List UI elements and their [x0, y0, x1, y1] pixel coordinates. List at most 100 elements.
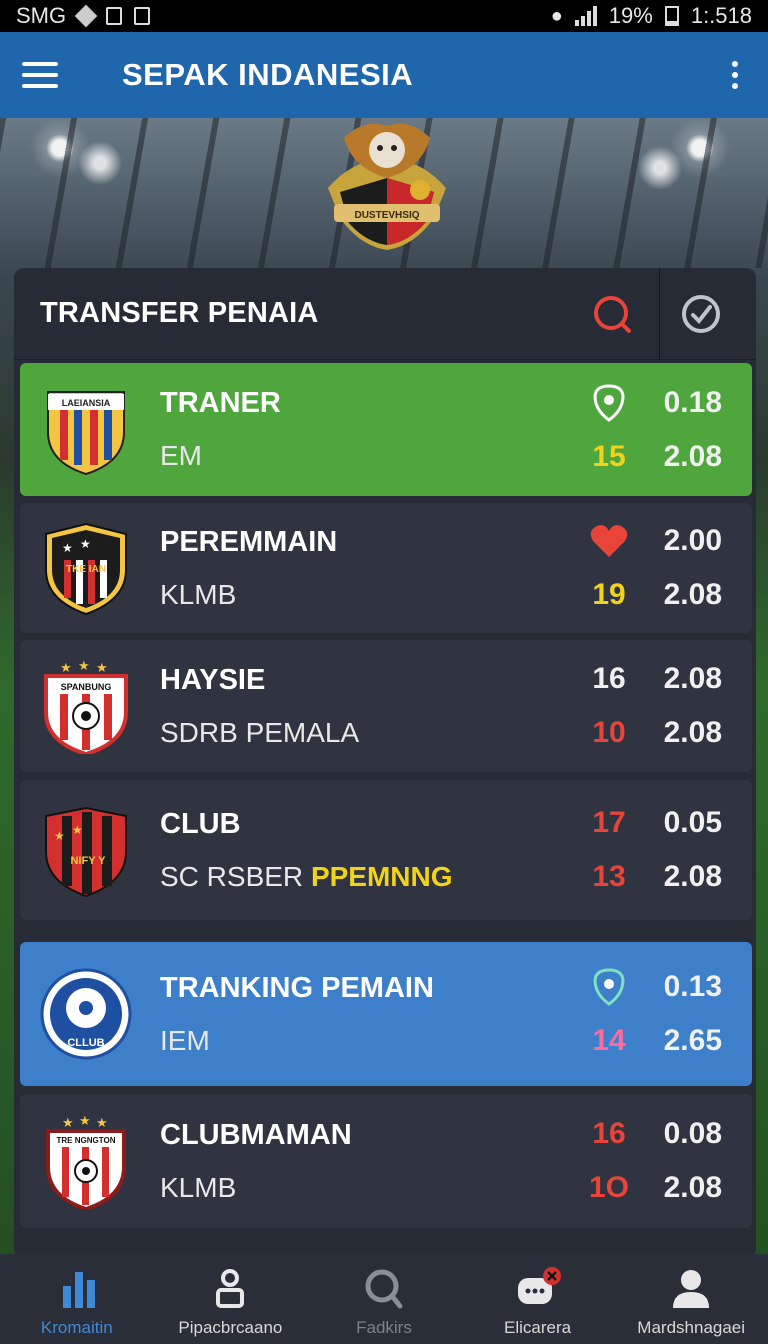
- stat-rank: 14: [592, 1024, 626, 1057]
- list-item[interactable]: ★ ★ ★ TRE NGNGTON CLUBMAMAN KLMB 16 0.08 1O…: [20, 1094, 752, 1228]
- row-name: PEREMMAIN: [160, 525, 338, 558]
- notification-n-icon: [134, 7, 151, 25]
- row-stats: 0.13 14 2.65: [572, 942, 722, 1086]
- svg-text:★: ★: [54, 829, 65, 843]
- list-item[interactable]: ★ ★ ★ SPANBUNG HAYSIE SDRB PEMALA 16 2.08 1…: [20, 640, 752, 772]
- heart-icon: [590, 525, 628, 557]
- svg-text:★: ★: [62, 541, 73, 555]
- list-item[interactable]: LAEIANSIA TRANER EM 0.18 15 2.08: [20, 363, 752, 496]
- club-crest-icon: ★ ★ NIFY Y: [45, 806, 127, 898]
- row-texts: PEREMMAIN KLMB: [160, 503, 572, 633]
- svg-text:★: ★: [78, 658, 90, 673]
- row-sub: EM: [160, 440, 202, 471]
- row-name: HAYSIE: [160, 663, 266, 696]
- stat-value: 0.08: [663, 1117, 722, 1150]
- row-stats: 16 0.08 1O 2.08: [572, 1094, 722, 1228]
- stat-rank: 19: [592, 578, 626, 611]
- profile-icon: [673, 1270, 710, 1308]
- stat-rank: 10: [592, 716, 626, 749]
- clock: 1:.518: [690, 3, 752, 28]
- search-icon: [365, 1269, 403, 1309]
- stat-value: 2.08: [663, 1171, 722, 1204]
- crest-banner-text: DUSTEVHSIQ: [354, 210, 419, 221]
- club-crest-icon: ★ ★ ★ TRE NGNGTON: [46, 1113, 126, 1209]
- carrier-label: SMG: [16, 3, 67, 28]
- stat-value: 0.05: [663, 806, 722, 839]
- chat-icon: [517, 1267, 561, 1304]
- stat-rank: 16: [592, 1117, 626, 1150]
- stat-value: 0.18: [663, 385, 722, 419]
- svg-text:★: ★: [96, 660, 108, 675]
- panel-header: TRANSFER PENAIA: [14, 268, 756, 360]
- row-stats: 17 0.05 13 2.08: [572, 780, 722, 920]
- row-sub-highlight: PPEMNNG: [310, 860, 453, 892]
- list-item[interactable]: ★ ★ TKE IAN PEREMMAIN KLMB 2.00 19 2.08: [20, 503, 752, 633]
- row-sub: KLMB: [160, 1171, 237, 1203]
- svg-text:NIFY Y: NIFY Y: [70, 855, 106, 867]
- bottom-nav: Kromaitin Pipacbrcaano Fadkirs Elicarera…: [0, 1254, 768, 1344]
- stat-value: 2.08: [663, 439, 722, 473]
- stat-rank: 1O: [588, 1171, 630, 1204]
- svg-text:★: ★: [60, 660, 72, 675]
- search-icon: [594, 295, 631, 333]
- row-name: TRANER: [160, 387, 281, 419]
- nav-label: Fadkirs: [356, 1318, 412, 1337]
- row-texts: TRANER EM: [160, 363, 572, 496]
- header-divider: [659, 268, 660, 360]
- notification-icon: [106, 7, 123, 25]
- row-stats: 0.18 15 2.08: [572, 363, 722, 496]
- stat-value: 2.08: [663, 578, 722, 611]
- more-options-icon[interactable]: [724, 57, 746, 93]
- mic-icon: ●: [550, 4, 563, 27]
- stat-rank: 15: [592, 439, 626, 473]
- svg-text:TRE NGNGTON: TRE NGNGTON: [57, 1136, 116, 1145]
- club-crest-icon: LAEIANSIA: [47, 390, 125, 475]
- menu-icon[interactable]: [22, 62, 58, 88]
- check-circle-icon: [682, 294, 720, 333]
- nav-item-search[interactable]: Fadkirs: [307, 1254, 461, 1344]
- row-texts: CLUBMAMAN KLMB: [160, 1094, 572, 1228]
- stat-value: 0.13: [663, 970, 722, 1003]
- list-item[interactable]: CLLUB TRANKING PEMAIN IEM 0.13 14 2.65: [20, 942, 752, 1086]
- row-texts: CLUB SC RSBER PPEMNNG: [160, 780, 572, 920]
- stat-value: 2.00: [663, 524, 722, 557]
- stats-icon: [62, 1272, 95, 1308]
- nav-item-chat[interactable]: Elicarera: [461, 1254, 615, 1344]
- club-crest-icon: CLLUB: [40, 968, 132, 1060]
- app-notification-icon: [74, 4, 98, 28]
- search-button[interactable]: [583, 285, 641, 343]
- row-stats: 2.00 19 2.08: [572, 503, 722, 633]
- trophy-icon: [216, 1269, 245, 1308]
- status-bar: SMG ● 19% 1:.518: [0, 0, 768, 32]
- battery-icon: [664, 6, 679, 26]
- svg-text:CLLUB: CLLUB: [67, 1037, 104, 1049]
- row-name: CLUBMAMAN: [160, 1118, 352, 1151]
- stat-value: 2.08: [663, 716, 722, 749]
- check-button[interactable]: [672, 285, 730, 343]
- stat-rank: 17: [592, 806, 626, 839]
- battery-percent: 19%: [608, 3, 653, 28]
- club-crest-icon: ★ ★ ★ SPANBUNG: [44, 658, 128, 754]
- stat-value: 2.65: [663, 1024, 722, 1057]
- row-sub: SC RSBER PPEMNNG: [160, 860, 453, 892]
- panel-title: TRANSFER PENAIA: [40, 297, 319, 329]
- list-item[interactable]: ★ ★ NIFY Y CLUB SC RSBER PPEMNNG 17 0.05 1…: [20, 780, 752, 920]
- svg-text:TKE IAN: TKE IAN: [66, 564, 106, 575]
- nav-item-stats[interactable]: Kromaitin: [0, 1254, 154, 1344]
- row-sub: SDRB PEMALA: [160, 716, 360, 748]
- row-sub: KLMB: [160, 578, 237, 610]
- app-bar: SEPAK INDANESIA: [0, 32, 768, 118]
- league-crest-logo: DUSTEVHSIQ: [328, 123, 446, 250]
- nav-label: Kromaitin: [40, 1318, 113, 1337]
- app-title: SEPAK INDANESIA: [122, 57, 414, 92]
- signal-icon: [574, 6, 597, 26]
- stat-rank: 13: [592, 860, 626, 893]
- svg-text:★: ★: [80, 537, 91, 551]
- nav-label: Mardshnagaei: [637, 1318, 746, 1337]
- nav-item-profile[interactable]: Mardshnagaei: [614, 1254, 768, 1344]
- nav-item-trophy[interactable]: Pipacbrcaano: [154, 1254, 308, 1344]
- row-texts: TRANKING PEMAIN IEM: [160, 942, 572, 1086]
- status-right: ● 19% 1:.518: [551, 3, 752, 29]
- row-sub: IEM: [160, 1024, 210, 1056]
- stat-rank: 16: [592, 662, 626, 695]
